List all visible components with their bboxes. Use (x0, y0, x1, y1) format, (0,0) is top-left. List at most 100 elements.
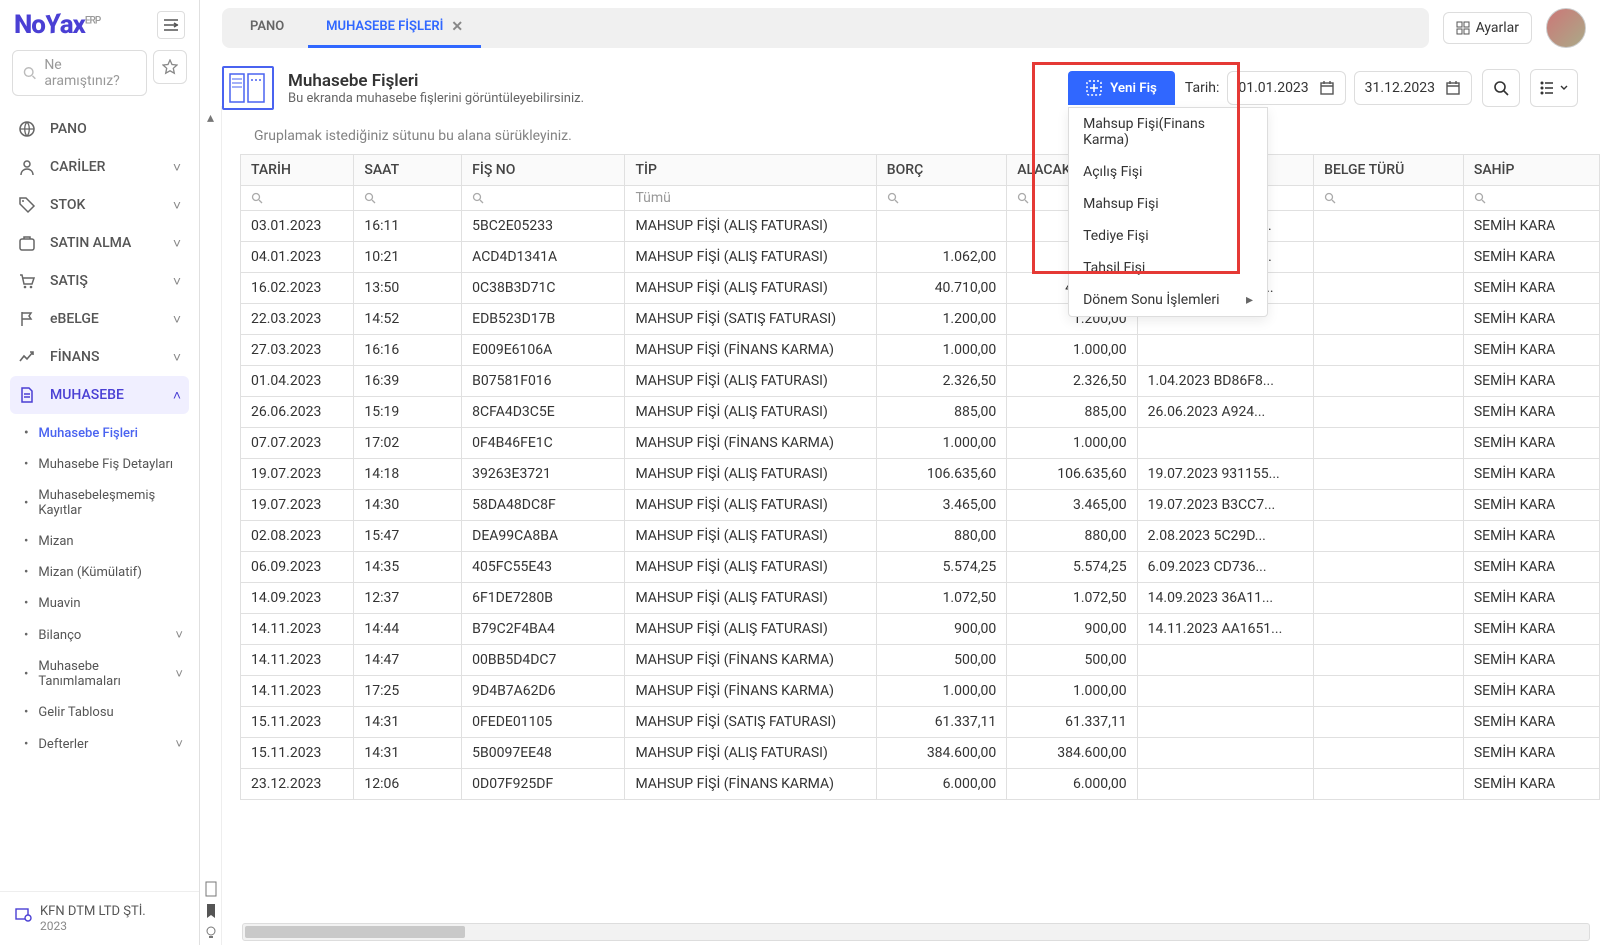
dropdown-item[interactable]: Mahsup Fişi(Finans Karma) (1069, 108, 1267, 156)
lightbulb-icon[interactable] (205, 925, 217, 941)
col-header[interactable]: TARİH (241, 155, 354, 186)
nav-list: PANO CARİLER˅STOK˅SATIN ALMA˅SATIŞ˅eBELGE… (0, 106, 199, 891)
table-row[interactable]: 26.06.202315:198CFA4D3C5EMAHSUP FİŞİ (AL… (241, 397, 1600, 428)
subnav-item[interactable]: Muhasebe Fişleri (18, 418, 189, 449)
filter-cell[interactable]: Tümü (625, 186, 876, 211)
nav-item-satiş[interactable]: SATIŞ˅ (10, 262, 189, 300)
col-header[interactable]: TİP (625, 155, 876, 186)
plus-icon (1086, 80, 1102, 96)
bookmark-icon[interactable] (205, 903, 217, 919)
flag-icon (18, 310, 38, 328)
col-header[interactable]: BELGE TÜRÜ (1314, 155, 1464, 186)
nav-item-stok[interactable]: STOK˅ (10, 186, 189, 224)
subnav-item[interactable]: Gelir Tablosu (18, 697, 189, 728)
subnav-item[interactable]: Mizan (Kümülatif) (18, 557, 189, 588)
filter-cell[interactable] (462, 186, 625, 211)
user-avatar[interactable] (1546, 8, 1586, 48)
tab-pano[interactable]: PANO (232, 9, 302, 47)
date-from-input[interactable]: 01.01.2023 (1227, 71, 1345, 105)
nav-item-cari̇ler[interactable]: CARİLER˅ (10, 148, 189, 186)
caret-up-icon[interactable]: ▴ (207, 110, 214, 126)
col-header[interactable]: FİŞ NO (462, 155, 625, 186)
col-header[interactable]: BORÇ (876, 155, 1006, 186)
cell-tarih: 02.08.2023 (241, 521, 354, 552)
subnav-item[interactable]: Muhasebeleşmemiş Kayıtlar (18, 480, 189, 526)
nav-item-fi̇nans[interactable]: FİNANS˅ (10, 338, 189, 376)
cell-alacak: 1.000,00 (1007, 428, 1137, 459)
tab-close-icon[interactable]: ✕ (451, 19, 463, 35)
col-header[interactable]: SAHİP (1463, 155, 1599, 186)
subnav-item[interactable]: Muhasebe Fiş Detayları (18, 449, 189, 480)
cell-saat: 14:18 (354, 459, 462, 490)
group-by-hint[interactable]: Gruplamak istediğiniz sütunu bu alana sü… (240, 118, 1600, 154)
table-row[interactable]: 03.01.202316:115BC2E05233MAHSUP FİŞİ (AL… (241, 211, 1600, 242)
nav-item-satin alma[interactable]: SATIN ALMA˅ (10, 224, 189, 262)
table-row[interactable]: 15.11.202314:315B0097EE48MAHSUP FİŞİ (AL… (241, 738, 1600, 769)
table-row[interactable]: 14.09.202312:376F1DE7280BMAHSUP FİŞİ (AL… (241, 583, 1600, 614)
dropdown-item[interactable]: Tediye Fişi (1069, 220, 1267, 252)
cell-sahip: SEMİH KARA (1463, 428, 1599, 459)
search-icon (1324, 192, 1336, 204)
table-row[interactable]: 22.03.202314:52EDB523D17BMAHSUP FİŞİ (SA… (241, 304, 1600, 335)
list-options-button[interactable] (1530, 69, 1578, 107)
nav-item-ebelge[interactable]: eBELGE˅ (10, 300, 189, 338)
dropdown-item[interactable]: Mahsup Fişi (1069, 188, 1267, 220)
table-row[interactable]: 06.09.202314:35405FC55E43MAHSUP FİŞİ (AL… (241, 552, 1600, 583)
cell-belge (1314, 645, 1464, 676)
settings-label: Ayarlar (1476, 20, 1519, 36)
dropdown-item[interactable]: Tahsil Fişi (1069, 252, 1267, 284)
table-row[interactable]: 23.12.202312:060D07F925DFMAHSUP FİŞİ (Fİ… (241, 769, 1600, 800)
company-settings-icon[interactable] (14, 904, 32, 922)
subnav-item[interactable]: Muhasebe Tanımlamaları˅ (18, 651, 189, 697)
table-row[interactable]: 04.01.202310:21ACD4D1341AMAHSUP FİŞİ (AL… (241, 242, 1600, 273)
subnav-item[interactable]: Bilanço˅ (18, 619, 189, 651)
subnav-item[interactable]: Defterler˅ (18, 728, 189, 760)
cell-tarih: 19.07.2023 (241, 459, 354, 490)
cell-sahip: SEMİH KARA (1463, 211, 1599, 242)
table-row[interactable]: 02.08.202315:47DEA99CA8BAMAHSUP FİŞİ (AL… (241, 521, 1600, 552)
filter-cell[interactable] (1463, 186, 1599, 211)
table-row[interactable]: 14.11.202314:44B79C2F4BA4MAHSUP FİŞİ (AL… (241, 614, 1600, 645)
cell-fisno: 00BB5D4DC7 (462, 645, 625, 676)
dropdown-item[interactable]: Dönem Sonu İşlemleri▸ (1069, 284, 1267, 316)
table-row[interactable]: 27.03.202316:16E009E6106AMAHSUP FİŞİ (Fİ… (241, 335, 1600, 366)
search-icon (887, 192, 899, 204)
filter-cell[interactable] (354, 186, 462, 211)
col-header[interactable]: SAAT (354, 155, 462, 186)
favorites-button[interactable] (153, 50, 187, 84)
chevron-down-icon (1560, 85, 1568, 91)
page-icon[interactable] (204, 881, 218, 897)
cell-belge (1314, 211, 1464, 242)
cell-borc: 1.062,00 (876, 242, 1006, 273)
horizontal-scrollbar[interactable] (242, 923, 1590, 941)
nav-label: PANO (50, 121, 87, 137)
search-button[interactable] (1482, 69, 1520, 107)
table-row[interactable]: 15.11.202314:310FEDE01105MAHSUP FİŞİ (SA… (241, 707, 1600, 738)
cell-tip: MAHSUP FİŞİ (ALIŞ FATURASI) (625, 397, 876, 428)
sidebar-collapse-button[interactable] (157, 11, 185, 39)
table-row[interactable]: 19.07.202314:3058DA48DC8FMAHSUP FİŞİ (AL… (241, 490, 1600, 521)
cell-saat: 14:44 (354, 614, 462, 645)
filter-cell[interactable] (1314, 186, 1464, 211)
cell-borc: 1.000,00 (876, 676, 1006, 707)
table-row[interactable]: 16.02.202313:500C38B3D71CMAHSUP FİŞİ (AL… (241, 273, 1600, 304)
nav-item-pano[interactable]: PANO (10, 110, 189, 148)
table-row[interactable]: 14.11.202317:259D4B7A62D6MAHSUP FİŞİ (Fİ… (241, 676, 1600, 707)
filter-cell[interactable] (241, 186, 354, 211)
table-row[interactable]: 14.11.202314:4700BB5D4DC7MAHSUP FİŞİ (Fİ… (241, 645, 1600, 676)
table-row[interactable]: 01.04.202316:39B07581F016MAHSUP FİŞİ (AL… (241, 366, 1600, 397)
date-to-input[interactable]: 31.12.2023 (1354, 71, 1472, 105)
dropdown-item[interactable]: Açılış Fişi (1069, 156, 1267, 188)
global-search-input[interactable]: Ne aramıştınız? (12, 50, 147, 96)
filter-cell[interactable] (876, 186, 1006, 211)
cell-sahip: SEMİH KARA (1463, 459, 1599, 490)
tab-muhasebe fi̇şleri̇[interactable]: MUHASEBE FİŞLERİ✕ (308, 9, 481, 48)
table-row[interactable]: 19.07.202314:1839263E3721MAHSUP FİŞİ (AL… (241, 459, 1600, 490)
table-row[interactable]: 07.07.202317:020F4B46FE1CMAHSUP FİŞİ (Fİ… (241, 428, 1600, 459)
subnav-item[interactable]: Muavin (18, 588, 189, 619)
subnav-item[interactable]: Mizan (18, 526, 189, 557)
settings-button[interactable]: Ayarlar (1443, 12, 1532, 44)
nav-item-muhasebe[interactable]: MUHASEBE˄ (10, 376, 189, 414)
chevron-down-icon: ˅ (173, 311, 181, 328)
new-voucher-button[interactable]: Yeni Fiş (1068, 71, 1175, 105)
